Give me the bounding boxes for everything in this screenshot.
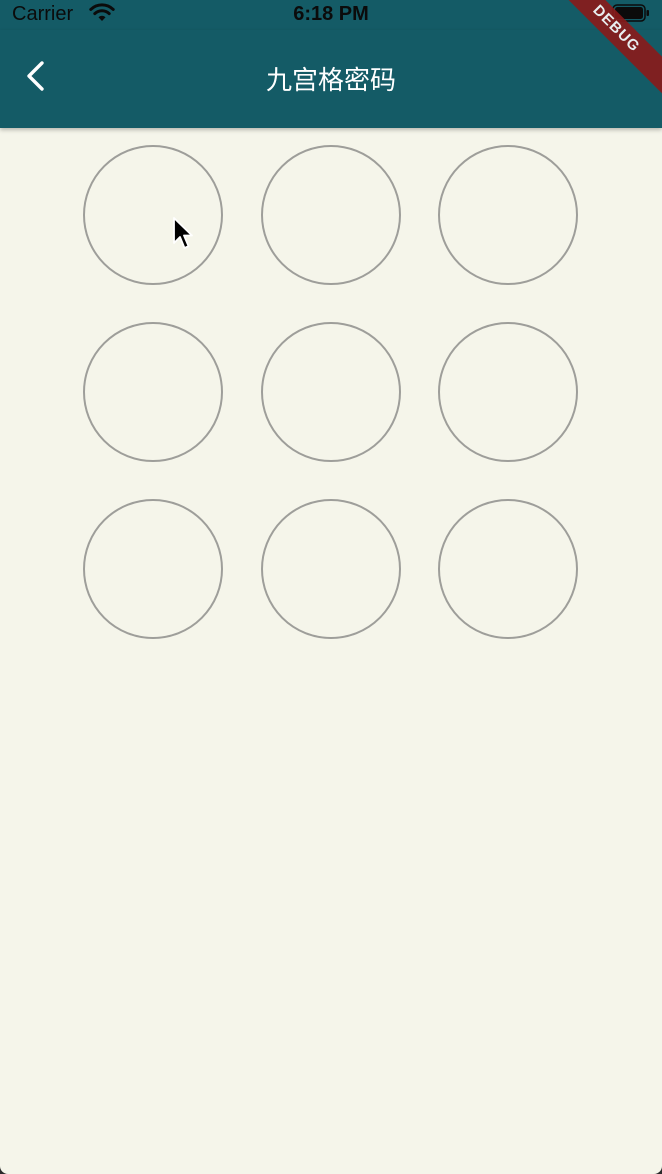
pattern-node-8[interactable] [260,499,401,639]
status-bar: Carrier 6:18 PM [0,0,662,30]
pattern-lock-grid[interactable] [83,145,581,642]
pattern-node-1[interactable] [83,145,223,285]
status-time: 6:18 PM [293,3,369,25]
pattern-node-5[interactable] [260,322,401,462]
app-bar: 九宫格密码 [0,30,662,128]
pattern-node-9[interactable] [438,499,578,639]
pattern-node-7[interactable] [83,499,223,639]
app-screen: Carrier 6:18 PM 九宫格密码 DEBUG [0,0,662,1174]
page-title: 九宫格密码 [265,66,396,96]
pattern-node-3[interactable] [438,145,578,285]
pattern-node-6[interactable] [438,322,578,462]
pattern-node-4[interactable] [83,322,223,462]
pattern-node-2[interactable] [260,145,401,285]
